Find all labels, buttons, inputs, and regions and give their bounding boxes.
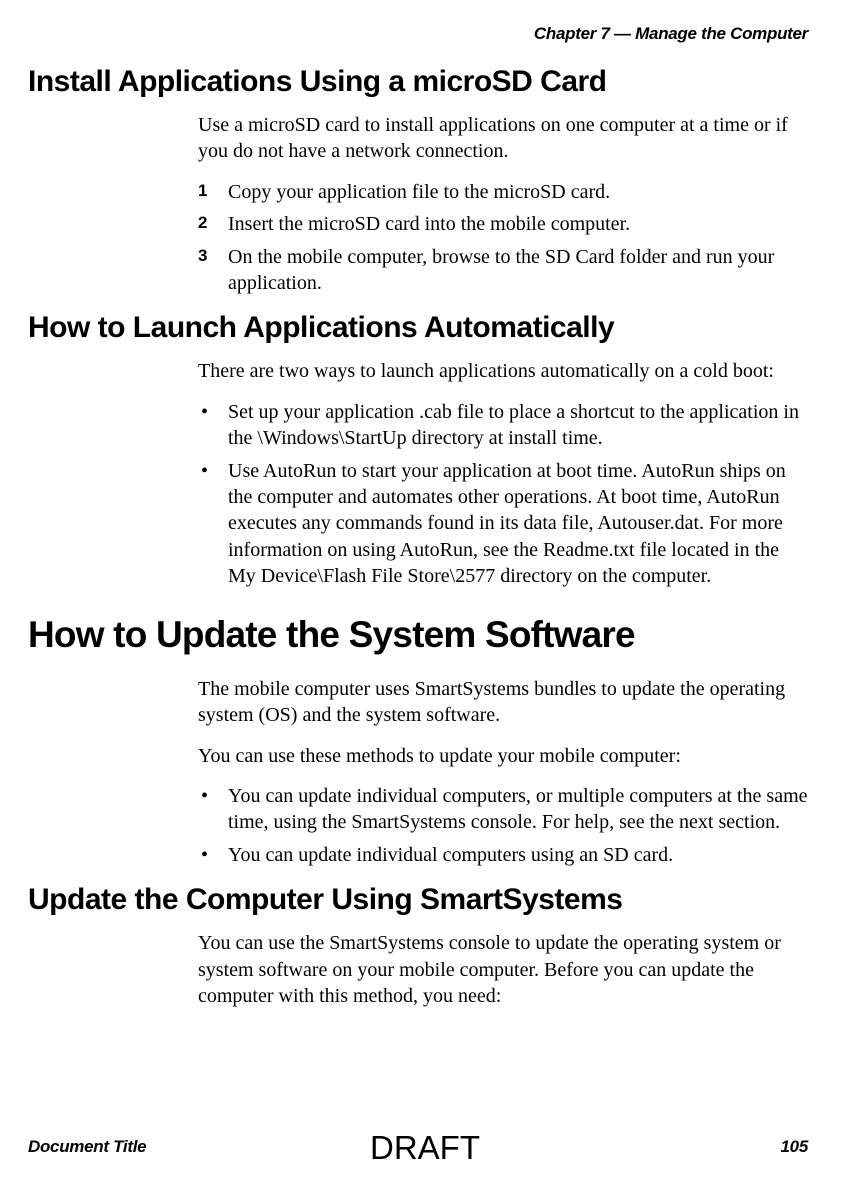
running-header: Chapter 7 — Manage the Computer bbox=[28, 24, 808, 44]
section1-intro: Use a microSD card to install applicatio… bbox=[198, 112, 808, 165]
page-footer: Document Title 105 bbox=[28, 1137, 808, 1157]
section4-intro: You can use the SmartSystems console to … bbox=[198, 930, 808, 1009]
bullet-item: You can update individual computers, or … bbox=[198, 783, 808, 836]
step-text: On the mobile computer, browse to the SD… bbox=[228, 246, 774, 294]
footer-doc-title: Document Title bbox=[28, 1137, 146, 1157]
section3-bullets: You can update individual computers, or … bbox=[198, 783, 808, 868]
heading-update-smartsystems: Update the Computer Using SmartSystems bbox=[28, 882, 808, 918]
footer-page-number: 105 bbox=[781, 1137, 808, 1157]
bullet-text: Set up your application .cab file to pla… bbox=[228, 401, 799, 449]
section1-steps: 1 Copy your application file to the micro… bbox=[198, 179, 808, 297]
section2-bullets: Set up your application .cab file to pla… bbox=[198, 399, 808, 590]
section3-p1: The mobile computer uses SmartSystems bu… bbox=[198, 676, 808, 729]
heading-install-microsd: Install Applications Using a microSD Car… bbox=[28, 64, 808, 100]
step-text: Insert the microSD card into the mobile … bbox=[228, 213, 630, 235]
step-number: 1 bbox=[198, 180, 207, 202]
heading-update-system: How to Update the System Software bbox=[28, 613, 808, 657]
step-2: 2 Insert the microSD card into the mobile… bbox=[198, 211, 808, 237]
bullet-text: You can update individual computers, or … bbox=[228, 785, 808, 833]
step-number: 2 bbox=[198, 212, 207, 234]
bullet-item: Set up your application .cab file to pla… bbox=[198, 399, 808, 452]
section3-p2: You can use these methods to update your… bbox=[198, 743, 808, 769]
bullet-text: You can update individual computers usin… bbox=[228, 844, 673, 866]
bullet-text: Use AutoRun to start your application at… bbox=[228, 460, 786, 588]
heading-launch-auto: How to Launch Applications Automatically bbox=[28, 310, 808, 346]
step-text: Copy your application file to the microS… bbox=[228, 181, 610, 203]
section2-intro: There are two ways to launch application… bbox=[198, 358, 808, 384]
step-3: 3 On the mobile computer, browse to the S… bbox=[198, 244, 808, 297]
step-1: 1 Copy your application file to the micro… bbox=[198, 179, 808, 205]
step-number: 3 bbox=[198, 245, 207, 267]
bullet-item: You can update individual computers usin… bbox=[198, 842, 808, 868]
page: Chapter 7 — Manage the Computer Install … bbox=[0, 0, 850, 1185]
bullet-item: Use AutoRun to start your application at… bbox=[198, 458, 808, 590]
